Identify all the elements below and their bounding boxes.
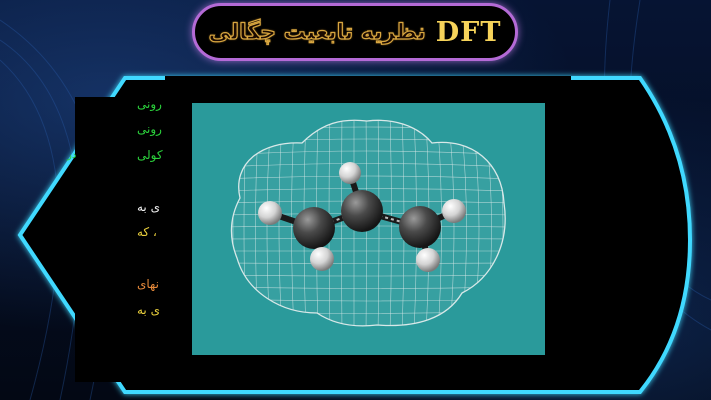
- carbon-atom: [341, 190, 383, 232]
- hydrogen-atom: [310, 247, 334, 271]
- slide-line: ی به: [137, 303, 160, 317]
- carbon-atom: [293, 207, 335, 249]
- slide-line: ، که: [137, 225, 157, 239]
- slide-line: در: [67, 150, 77, 161]
- hydrogen-atom: [258, 201, 282, 225]
- hydrogen-atom: [339, 162, 361, 184]
- molecule-model: [230, 119, 506, 327]
- slide-line: نهای: [137, 277, 159, 291]
- slide-line: ی به: [137, 200, 160, 214]
- hydrogen-atom: [442, 199, 466, 223]
- slide-line: رونی: [137, 122, 162, 136]
- title-dft: DFT: [435, 16, 502, 48]
- molecule-image: [192, 103, 545, 355]
- carbon-atom: [399, 206, 441, 248]
- hydrogen-atom: [416, 248, 440, 272]
- slide-line: رونی: [137, 97, 162, 111]
- title-persian: نظریه تابعیت چگالی: [208, 19, 426, 45]
- slide-line: کولی: [137, 148, 163, 162]
- title-banner: نظریه تابعیت چگالی DFT: [192, 3, 518, 61]
